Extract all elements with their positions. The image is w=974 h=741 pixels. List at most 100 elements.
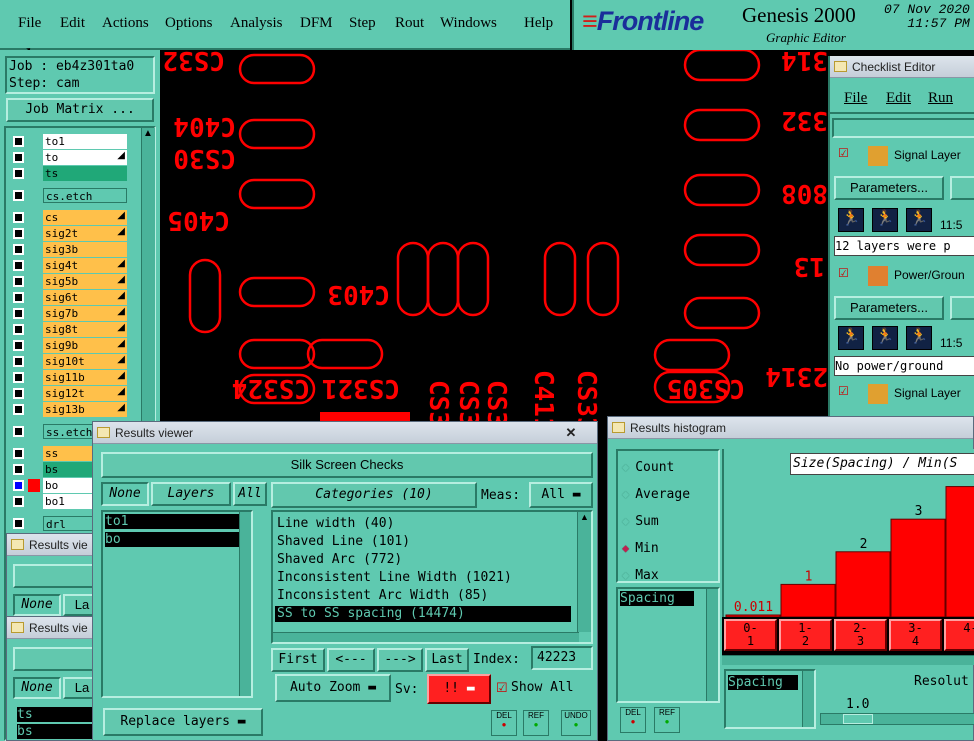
layer-row[interactable]: sig10t ◢ — [10, 354, 128, 370]
resolution-slider-thumb[interactable] — [843, 714, 873, 724]
scroll-up-icon[interactable]: ▲ — [143, 128, 153, 139]
layer-name[interactable]: to1 — [43, 134, 127, 149]
layer-checkbox[interactable] — [13, 324, 24, 335]
layer-checkbox[interactable] — [13, 168, 24, 179]
layer-row[interactable]: sig12t ◢ — [10, 386, 128, 402]
last-button[interactable]: Last — [425, 648, 469, 672]
layer-row[interactable]: cs ◢ — [10, 210, 128, 226]
layer-name[interactable]: cs.etch — [43, 188, 127, 203]
layer-row[interactable]: sig8t ◢ — [10, 322, 128, 338]
layer-list-item[interactable]: to1 — [105, 514, 245, 529]
layer-name[interactable]: sig6t — [43, 290, 127, 305]
layer-row[interactable]: sig13b ◢ — [10, 402, 128, 418]
check-item-1[interactable]: ☑ Signal Layer — [836, 144, 974, 168]
category-item[interactable]: Inconsistent Arc Width (85) — [275, 588, 571, 604]
prev-button[interactable]: <--- — [327, 648, 375, 672]
menu-step[interactable]: Step — [349, 15, 376, 32]
spacing-listbox[interactable]: Spacing — [724, 669, 816, 729]
show-all-checkbox[interactable]: ☑ — [496, 680, 508, 696]
index-input[interactable]: 42223 — [531, 646, 593, 670]
del-button[interactable]: DEL ● — [491, 710, 517, 736]
meas-dropdown[interactable]: All ▬ — [529, 482, 593, 508]
run-icon[interactable]: 🏃 — [838, 208, 864, 232]
resolution-slider[interactable] — [820, 713, 974, 725]
bin-label-button[interactable]: 0- 1 — [724, 619, 777, 651]
layer-checkbox[interactable] — [13, 228, 24, 239]
layer-row[interactable]: sig7b ◢ — [10, 306, 128, 322]
layer-checkbox[interactable] — [13, 480, 24, 491]
menu-dfm[interactable]: DFM — [300, 15, 333, 32]
layer-checkbox[interactable] — [13, 464, 24, 475]
run-icon[interactable]: 🏃 — [872, 208, 898, 232]
layer-row[interactable]: ts — [10, 166, 128, 182]
menu-windows[interactable]: Windows — [440, 15, 497, 32]
list-item[interactable]: bs — [17, 724, 101, 739]
measure-listbox[interactable]: Spacing — [616, 587, 720, 703]
radio-diamond-icon[interactable]: ◆ — [622, 541, 629, 555]
layer-checkbox[interactable] — [13, 356, 24, 367]
histogram-bar[interactable] — [835, 551, 891, 617]
layer-checkbox[interactable] — [13, 190, 24, 201]
layer-row[interactable]: cs.etch — [10, 188, 128, 204]
layer-checkbox[interactable] — [13, 308, 24, 319]
layer-name[interactable]: sig12t — [43, 386, 127, 401]
run-icon[interactable]: 🏃 — [906, 208, 932, 232]
layer-checkbox[interactable] — [13, 496, 24, 507]
layers-none-button[interactable]: None — [101, 482, 149, 506]
layer-checkbox[interactable] — [13, 152, 24, 163]
layer-name[interactable]: ts — [43, 166, 127, 181]
spacing-scrollbar[interactable] — [802, 671, 814, 727]
layer-name[interactable]: cs — [43, 210, 127, 225]
layer-row[interactable]: to1 — [10, 134, 128, 150]
layer-name[interactable]: sig4t — [43, 258, 127, 273]
category-item[interactable]: Inconsistent Line Width (1021) — [275, 570, 571, 586]
hist-ref-button[interactable]: REF ● — [654, 707, 680, 733]
histogram-hscrollbar[interactable] — [722, 655, 974, 665]
layer-checkbox[interactable] — [13, 388, 24, 399]
spacing-list-item[interactable]: Spacing — [728, 675, 798, 690]
checklist-menu-file[interactable]: File — [844, 90, 867, 107]
radio-count[interactable]: ◆ Count — [622, 457, 716, 477]
category-item[interactable]: Shaved Arc (772) — [275, 552, 571, 568]
layer-checkbox[interactable] — [13, 260, 24, 271]
layer-checkbox[interactable] — [13, 292, 24, 303]
category-item[interactable]: Line width (40) — [275, 516, 571, 532]
run-icon[interactable]: 🏃 — [906, 326, 932, 350]
layer-name[interactable]: sig2t — [43, 226, 127, 241]
layer-checkbox[interactable] — [13, 340, 24, 351]
radio-average[interactable]: ◆ Average — [622, 484, 716, 504]
measure-list-item[interactable]: Spacing — [620, 591, 694, 606]
bin-label-button[interactable]: 3- 4 — [889, 619, 942, 651]
layer-checkbox[interactable] — [13, 404, 24, 415]
categories-listbox[interactable]: Line width (40) Shaved Line (101) Shaved A… — [271, 510, 593, 644]
category-item[interactable]: Shaved Line (101) — [275, 534, 571, 550]
bin-label-button[interactable]: 2- 3 — [834, 619, 887, 651]
layer-name[interactable]: sig9b — [43, 338, 127, 353]
layer-name[interactable]: sig5b — [43, 274, 127, 289]
bin-label-button[interactable]: 4- — [944, 619, 974, 651]
layers-listbox[interactable]: to1 bo — [101, 510, 253, 698]
list-item[interactable]: ts — [17, 707, 101, 722]
bin-label-button[interactable]: 1- 2 — [779, 619, 832, 651]
layers-label-button[interactable]: Layers — [151, 482, 231, 506]
check-mark-icon[interactable]: ☑ — [838, 266, 849, 280]
measure-scrollbar[interactable] — [706, 589, 718, 701]
layer-name[interactable]: sig13b — [43, 402, 127, 417]
job-matrix-button[interactable]: Job Matrix ... — [6, 98, 154, 122]
scroll-up-icon[interactable]: ▲ — [580, 512, 589, 522]
layer-name[interactable]: sig11b — [43, 370, 127, 385]
categories-hscrollbar[interactable] — [273, 632, 579, 642]
layer-checkbox[interactable] — [13, 448, 24, 459]
layer-name[interactable]: sig7b — [43, 306, 127, 321]
next-button[interactable]: ---> — [377, 648, 423, 672]
layer-row[interactable]: sig4t ◢ — [10, 258, 128, 274]
menu-file[interactable]: File — [18, 15, 41, 32]
layers-all-button[interactable]: All — [233, 482, 267, 506]
checklist-menu-edit[interactable]: Edit — [886, 90, 911, 107]
replace-layers-dropdown[interactable]: Replace layers ▬ — [103, 708, 263, 736]
silk-screen-header[interactable]: Silk Screen Checks — [101, 452, 593, 478]
auto-zoom-dropdown[interactable]: Auto Zoom ▬ — [275, 674, 391, 702]
hist-del-button[interactable]: DEL ● — [620, 707, 646, 733]
layer-row[interactable]: to ◢ — [10, 150, 128, 166]
parameters-button-2[interactable]: Parameters... — [834, 296, 944, 320]
